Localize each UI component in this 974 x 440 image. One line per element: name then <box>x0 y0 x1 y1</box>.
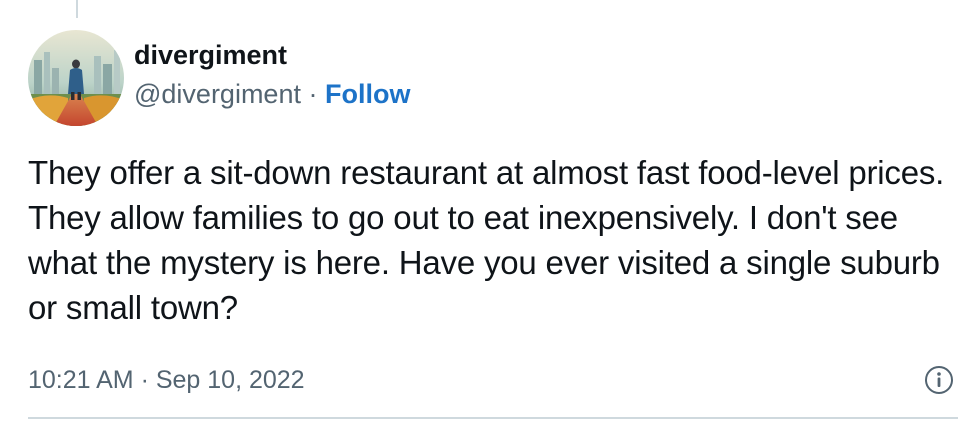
avatar[interactable] <box>28 30 124 126</box>
display-name[interactable]: divergiment <box>134 39 410 71</box>
thread-line <box>76 0 78 18</box>
tweet-footer: 10:21 AM · Sep 10, 2022 <box>28 360 956 400</box>
tweet-text: They offer a sit-down restaurant at almo… <box>28 154 945 326</box>
tweet-header: divergiment @divergiment · Follow <box>28 30 410 126</box>
user-handle[interactable]: @divergiment <box>134 79 301 109</box>
divider <box>28 417 958 419</box>
tweet-timestamp[interactable]: 10:21 AM · Sep 10, 2022 <box>28 366 305 395</box>
handle-separator: · <box>300 79 325 109</box>
info-icon[interactable] <box>924 365 954 395</box>
user-names: divergiment @divergiment · Follow <box>134 30 410 126</box>
avatar-image <box>28 30 124 126</box>
follow-button[interactable]: Follow <box>325 79 410 109</box>
tweet-card: divergiment @divergiment · Follow They o… <box>0 0 974 440</box>
handle-row: @divergiment · Follow <box>134 77 410 111</box>
